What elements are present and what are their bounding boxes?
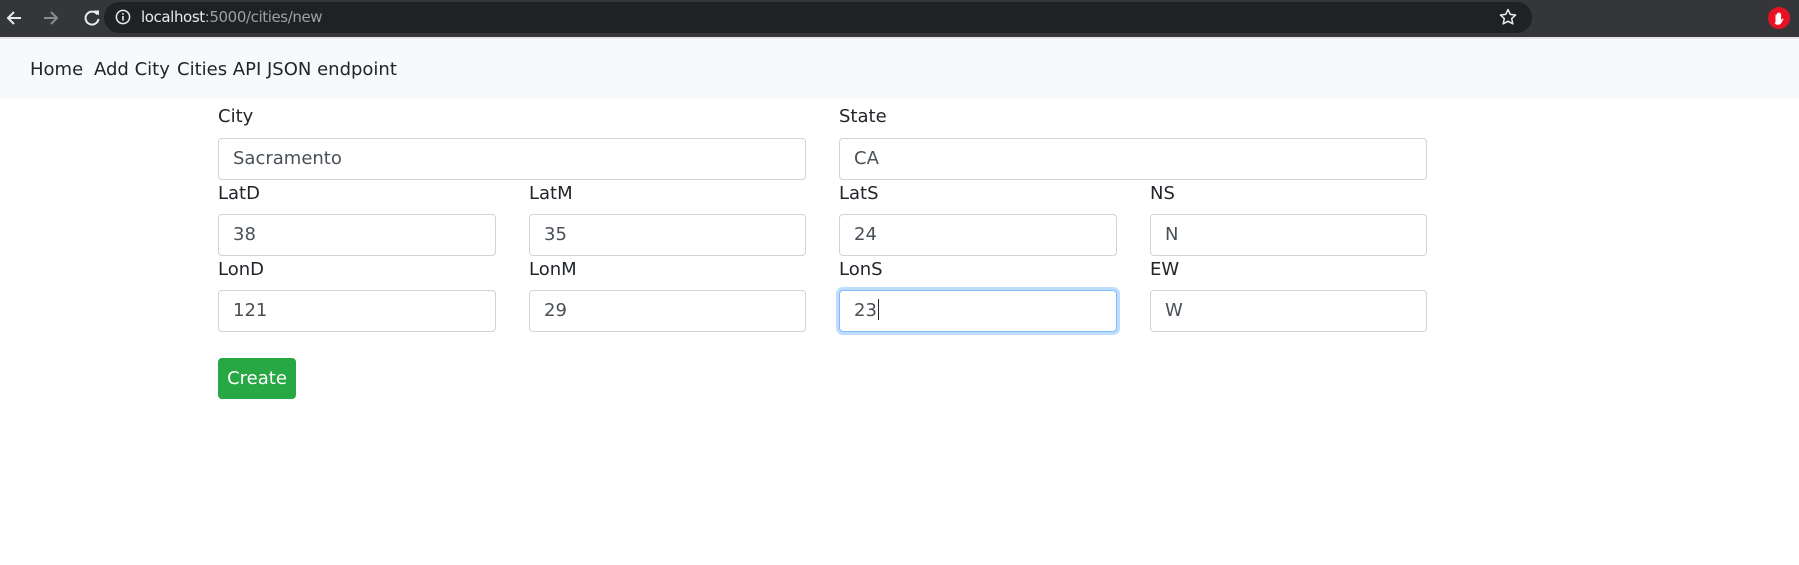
url-text[interactable]: localhost:5000/cities/new xyxy=(141,8,323,27)
lats-label: LatS xyxy=(839,183,879,204)
ns-label: NS xyxy=(1150,183,1175,204)
lons-label: LonS xyxy=(839,259,883,280)
info-icon[interactable] xyxy=(115,9,131,25)
ew-label: EW xyxy=(1150,259,1180,280)
text-caret xyxy=(877,299,879,320)
create-button[interactable]: Create xyxy=(218,358,296,399)
state-input[interactable]: CA xyxy=(839,138,1427,180)
city-label: City xyxy=(218,106,254,127)
city-input[interactable]: Sacramento xyxy=(218,138,806,180)
latm-label: LatM xyxy=(529,183,573,204)
nav-link-cities-api[interactable]: Cities API JSON endpoint xyxy=(177,59,397,81)
lonm-input[interactable]: 29 xyxy=(529,290,806,332)
lons-input[interactable]: 23 xyxy=(839,290,1117,332)
back-arrow-icon[interactable] xyxy=(0,4,28,32)
browser-toolbar: localhost:5000/cities/new xyxy=(0,0,1799,37)
address-bar[interactable]: localhost:5000/cities/new xyxy=(104,2,1532,33)
forward-arrow-icon[interactable] xyxy=(37,4,65,32)
lons-value: 23 xyxy=(854,300,877,321)
latd-label: LatD xyxy=(218,183,260,204)
url-path: :5000/cities/new xyxy=(204,8,323,26)
lond-label: LonD xyxy=(218,259,264,280)
nav-link-home[interactable]: Home xyxy=(30,59,83,81)
hand-stop-icon[interactable] xyxy=(1767,6,1791,30)
lonm-label: LonM xyxy=(529,259,577,280)
lond-input[interactable]: 121 xyxy=(218,290,496,332)
ew-input[interactable]: W xyxy=(1150,290,1427,332)
lats-input[interactable]: 24 xyxy=(839,214,1117,256)
state-label: State xyxy=(839,106,887,127)
ns-input[interactable]: N xyxy=(1150,214,1427,256)
latm-input[interactable]: 35 xyxy=(529,214,806,256)
star-icon[interactable] xyxy=(1498,7,1518,27)
latd-input[interactable]: 38 xyxy=(218,214,496,256)
reload-icon[interactable] xyxy=(78,4,106,32)
top-navbar: Home Add City Cities API JSON endpoint xyxy=(0,37,1799,98)
url-host: localhost xyxy=(141,8,205,26)
nav-link-add-city[interactable]: Add City xyxy=(94,59,170,81)
